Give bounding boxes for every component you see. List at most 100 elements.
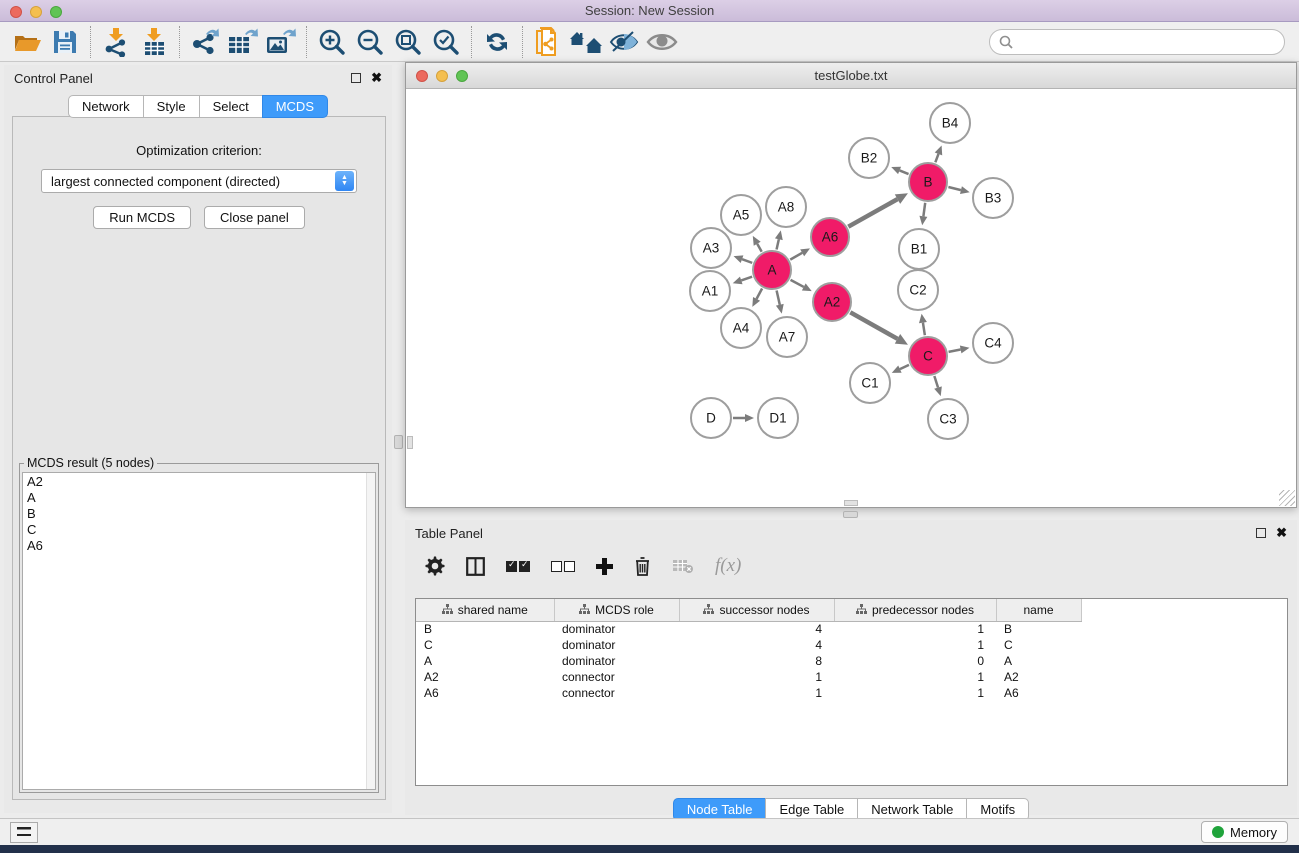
tab-network[interactable]: Network (68, 95, 144, 118)
table-cell[interactable]: 1 (834, 637, 996, 653)
table-row[interactable]: A2connector11A2 (416, 669, 1287, 685)
column-header-successor-nodes[interactable]: successor nodes (679, 599, 834, 621)
search-field[interactable] (989, 29, 1285, 55)
table-row[interactable]: Cdominator41C (416, 637, 1287, 653)
window-resize-grip[interactable] (1279, 490, 1295, 506)
select-all-icon[interactable] (506, 561, 530, 572)
mcds-result-item[interactable]: C (27, 522, 375, 538)
criterion-dropdown[interactable]: largest connected component (directed) ▲… (41, 169, 357, 193)
mcds-result-item[interactable]: A2 (27, 474, 375, 490)
table-cell[interactable]: 1 (679, 685, 834, 701)
graph-edge-A-A2[interactable] (791, 280, 804, 287)
network-canvas[interactable]: AA1A2A3A4A5A6A7A8BB1B2B3B4CC1C2C3C4DD1 (406, 89, 1296, 507)
column-header-name[interactable]: name (996, 599, 1081, 621)
clone-network-button[interactable] (529, 25, 567, 59)
hide-graphics-details-button[interactable] (605, 25, 643, 59)
table-cell[interactable]: 1 (834, 669, 996, 685)
mcds-result-list[interactable]: A2ABCA6 (22, 472, 376, 790)
table-cell[interactable]: connector (554, 685, 679, 701)
deselect-all-icon[interactable] (551, 561, 575, 572)
mcds-result-item[interactable]: B (27, 506, 375, 522)
delete-table-icon[interactable] (672, 558, 694, 574)
table-cell[interactable]: A6 (416, 685, 554, 701)
show-graphics-details-button[interactable] (643, 25, 681, 59)
close-panel-button[interactable]: Close panel (204, 206, 305, 229)
table-cell[interactable]: A (416, 653, 554, 669)
close-panel-icon[interactable]: ✖ (371, 73, 382, 83)
refresh-button[interactable] (478, 25, 516, 59)
table-cell[interactable]: A2 (996, 669, 1081, 685)
table-cell[interactable]: B (416, 621, 554, 637)
table-cell[interactable]: 0 (834, 653, 996, 669)
table-cell[interactable]: 4 (679, 621, 834, 637)
run-mcds-button[interactable]: Run MCDS (93, 206, 191, 229)
result-list-scrollbar[interactable] (366, 473, 375, 789)
graph-edge-C-C3[interactable] (934, 376, 938, 388)
export-image-button[interactable] (262, 25, 300, 59)
float-panel-icon[interactable] (351, 73, 361, 83)
tab-select[interactable]: Select (199, 95, 263, 118)
mcds-result-item[interactable]: A (27, 490, 375, 506)
canvas-horizontal-scroll-thumb[interactable] (844, 500, 858, 506)
table-cell[interactable]: 1 (834, 685, 996, 701)
tab-mcds[interactable]: MCDS (262, 95, 328, 118)
table-cell[interactable]: B (996, 621, 1081, 637)
table-cell[interactable]: 1 (834, 621, 996, 637)
graph-edge-A-A8[interactable] (777, 239, 779, 249)
table-cell[interactable]: C (996, 637, 1081, 653)
canvas-vertical-scroll-thumb[interactable] (407, 436, 413, 449)
gear-icon[interactable] (425, 556, 445, 576)
save-session-button[interactable] (46, 25, 84, 59)
graph-edge-A6-B[interactable] (848, 199, 897, 227)
network-window-titlebar[interactable]: testGlobe.txt (406, 63, 1296, 89)
function-builder-icon[interactable]: f(x) (715, 555, 741, 577)
table-cell[interactable]: 8 (679, 653, 834, 669)
graph-edge-A-A5[interactable] (757, 244, 761, 252)
open-file-button[interactable] (8, 25, 46, 59)
table-cell[interactable]: dominator (554, 621, 679, 637)
tab-style[interactable]: Style (143, 95, 200, 118)
table-cell[interactable]: 1 (679, 669, 834, 685)
zoom-in-button[interactable] (313, 25, 351, 59)
column-header-shared-name[interactable]: shared name (416, 599, 554, 621)
zoom-fit-button[interactable] (389, 25, 427, 59)
graph-edge-A2-C[interactable] (850, 312, 897, 339)
graph-edge-B-B4[interactable] (935, 154, 938, 162)
show-columns-icon[interactable] (466, 557, 485, 576)
graph-edge-B-B1[interactable] (923, 203, 925, 216)
import-network-button[interactable] (97, 25, 135, 59)
table-cell[interactable]: A6 (996, 685, 1081, 701)
graph-edge-C-C1[interactable] (900, 365, 909, 369)
graph-edge-C-C2[interactable] (923, 323, 925, 336)
add-row-icon[interactable] (596, 558, 613, 575)
graph-edge-B-B2[interactable] (900, 170, 909, 174)
table-row[interactable]: Adominator80A (416, 653, 1287, 669)
graph-edge-A-A1[interactable] (741, 277, 752, 281)
table-cell[interactable]: dominator (554, 637, 679, 653)
close-table-panel-icon[interactable]: ✖ (1276, 528, 1287, 538)
task-history-button[interactable] (10, 822, 38, 843)
export-network-button[interactable] (186, 25, 224, 59)
search-input[interactable] (1019, 33, 1275, 50)
vertical-splitter-handle[interactable] (394, 435, 403, 449)
table-cell[interactable]: A (996, 653, 1081, 669)
zoom-selected-button[interactable] (427, 25, 465, 59)
table-cell[interactable]: connector (554, 669, 679, 685)
graph-edge-A-A6[interactable] (790, 253, 802, 260)
column-header-predecessor-nodes[interactable]: predecessor nodes (834, 599, 996, 621)
table-cell[interactable]: C (416, 637, 554, 653)
mcds-result-item[interactable]: A6 (27, 538, 375, 554)
table-cell[interactable]: dominator (554, 653, 679, 669)
column-header-MCDS-role[interactable]: MCDS role (554, 599, 679, 621)
graph-edge-C-C4[interactable] (949, 349, 961, 351)
home-button[interactable] (567, 25, 605, 59)
zoom-out-button[interactable] (351, 25, 389, 59)
table-row[interactable]: A6connector11A6 (416, 685, 1287, 701)
trash-icon[interactable] (634, 556, 651, 576)
graph-edge-A-A3[interactable] (742, 259, 752, 263)
graph-edge-B-B3[interactable] (948, 187, 961, 190)
export-table-button[interactable] (224, 25, 262, 59)
import-table-button[interactable] (135, 25, 173, 59)
table-row[interactable]: Bdominator41B (416, 621, 1287, 637)
float-table-panel-icon[interactable] (1256, 528, 1266, 538)
